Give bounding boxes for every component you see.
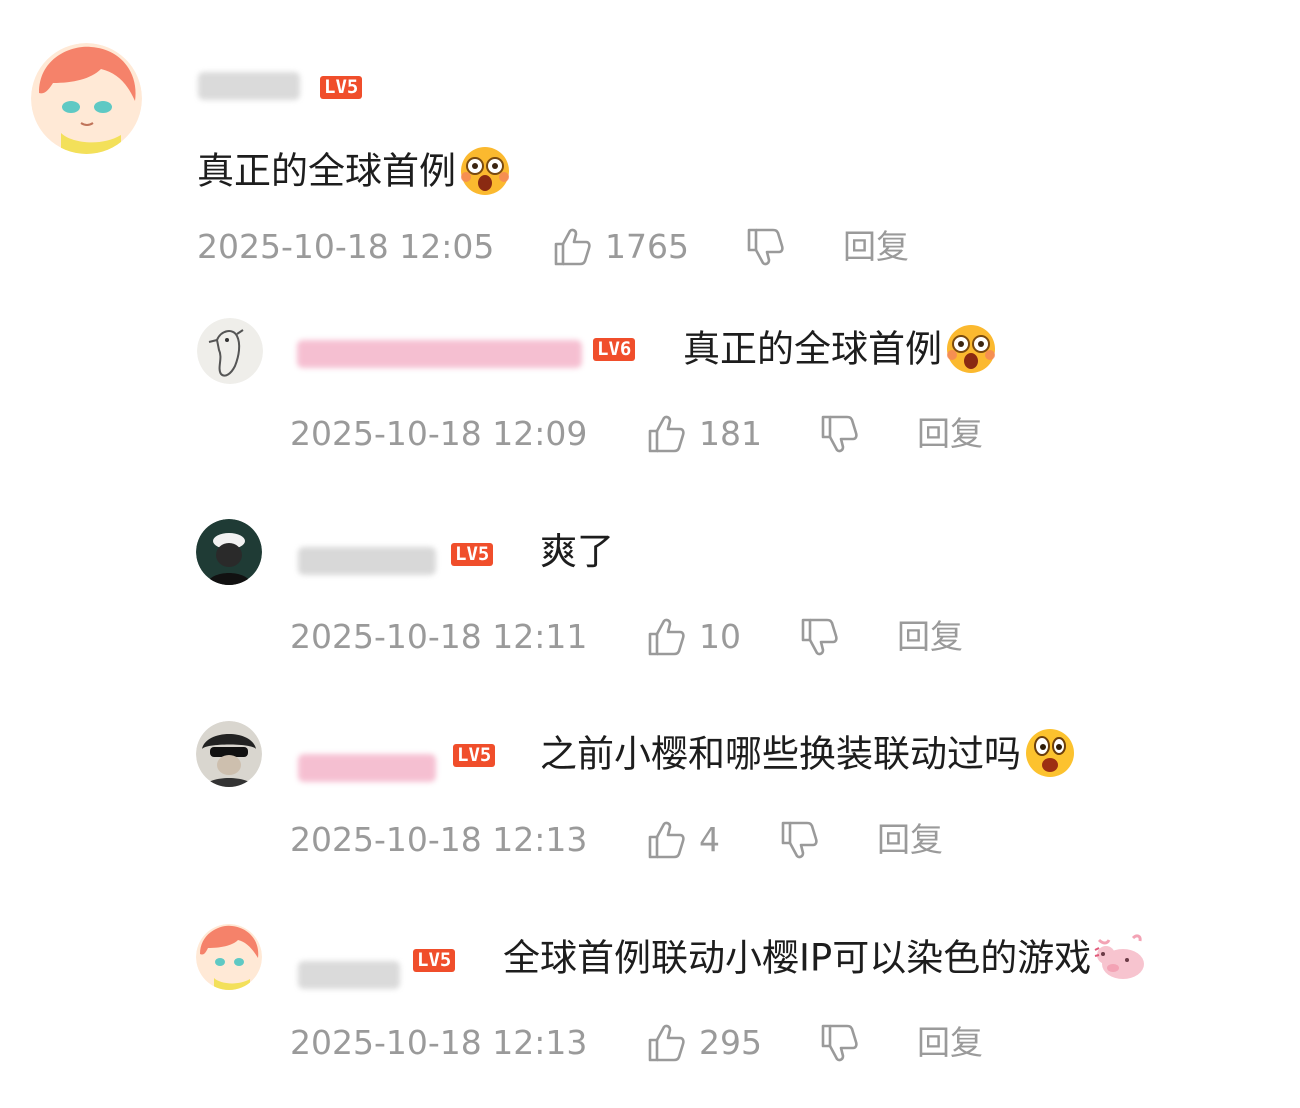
username-blurred[interactable] [298, 547, 436, 575]
comment-text: 爽了 [540, 529, 614, 575]
thumbs-down-icon [746, 227, 784, 267]
reply-item: LV5 之前小樱和哪些换装联动过吗 2025-10-18 12:13 4 回复 [0, 710, 1300, 890]
like-count: 181 [699, 414, 762, 453]
reply-item: LV6 真正的全球首例 2025-10-18 12:09 181 回复 [0, 300, 1300, 480]
reply-button[interactable]: 回复 [917, 412, 983, 456]
avatar[interactable] [31, 43, 142, 154]
comment-text-content: 之前小樱和哪些换装联动过吗 [540, 732, 1021, 776]
username-blurred[interactable] [297, 340, 582, 368]
comment-text-content: 真正的全球首例 [683, 327, 942, 371]
thumbs-up-icon [553, 227, 591, 267]
comment-text: 全球首例联动小樱IP可以染色的游戏 [503, 933, 1147, 987]
username-blurred[interactable] [198, 72, 300, 100]
thumbs-up-icon [647, 414, 685, 454]
avatar[interactable] [196, 721, 262, 787]
like-button[interactable]: 1765 [553, 225, 689, 269]
level-badge: LV5 [413, 949, 456, 972]
avatar[interactable] [196, 519, 262, 585]
comment-meta: 2025-10-18 12:13 295 回复 [290, 1021, 1050, 1065]
timestamp: 2025-10-18 12:11 [290, 617, 588, 656]
like-button[interactable]: 10 [647, 615, 741, 659]
dislike-button[interactable] [780, 818, 818, 862]
avatar[interactable] [197, 318, 263, 384]
comment-meta: 2025-10-18 12:05 1765 回复 [197, 225, 957, 269]
reply-button[interactable]: 回复 [897, 615, 963, 659]
like-count: 10 [699, 617, 741, 656]
comment-meta: 2025-10-18 12:13 4 回复 [290, 818, 1050, 862]
timestamp: 2025-10-18 12:13 [290, 1023, 588, 1062]
comment-text-content: 爽了 [540, 530, 614, 573]
dislike-button[interactable] [820, 412, 858, 456]
timestamp: 2025-10-18 12:09 [290, 414, 588, 453]
thumbs-down-icon [820, 414, 858, 454]
thumbs-down-icon [800, 617, 838, 657]
comment-text-content: 全球首例联动小樱IP可以染色的游戏 [503, 936, 1092, 980]
thumbs-up-icon [647, 1023, 685, 1063]
dislike-button[interactable] [820, 1021, 858, 1065]
comment-text: 真正的全球首例 [683, 324, 998, 378]
pig-emoji [1093, 930, 1147, 984]
comment-thread: LV5 真正的全球首例 2025-10-18 12:05 1765 回复 LV6… [0, 0, 1300, 1108]
reply-item: LV5 全球首例联动小樱IP可以染色的游戏 2025-10-18 12:13 2… [0, 915, 1300, 1095]
level-badge: LV5 [453, 744, 496, 767]
username-blurred[interactable] [298, 961, 400, 989]
avatar[interactable] [196, 924, 262, 990]
dislike-button[interactable] [800, 615, 838, 659]
thumbs-up-icon [647, 617, 685, 657]
comment-meta: 2025-10-18 12:11 10 回复 [290, 615, 1050, 659]
thumbs-down-icon [820, 1023, 858, 1063]
level-badge: LV5 [451, 543, 494, 566]
reply-button[interactable]: 回复 [877, 818, 943, 862]
reply-item: LV5 爽了 2025-10-18 12:11 10 回复 [0, 505, 1300, 685]
like-button[interactable]: 295 [647, 1021, 762, 1065]
timestamp: 2025-10-18 12:05 [197, 227, 495, 266]
like-button[interactable]: 4 [647, 818, 720, 862]
comment-meta: 2025-10-18 12:09 181 回复 [290, 412, 1050, 456]
reply-button[interactable]: 回复 [917, 1021, 983, 1065]
level-badge: LV6 [593, 338, 636, 361]
thumbs-up-icon [647, 820, 685, 860]
shocked-face-emoji [944, 321, 998, 375]
like-count: 1765 [605, 227, 689, 266]
reply-button[interactable]: 回复 [843, 225, 909, 269]
dislike-button[interactable] [746, 225, 784, 269]
comment-item: LV5 真正的全球首例 2025-10-18 12:05 1765 回复 [0, 0, 1300, 290]
shocked-face-emoji [458, 143, 512, 197]
timestamp: 2025-10-18 12:13 [290, 820, 588, 859]
comment-text: 之前小樱和哪些换装联动过吗 [540, 729, 1077, 783]
like-count: 295 [699, 1023, 762, 1062]
comment-text-content: 真正的全球首例 [197, 149, 456, 193]
surprised-face-emoji [1023, 726, 1077, 780]
thumbs-down-icon [780, 820, 818, 860]
like-count: 4 [699, 820, 720, 859]
comment-text: 真正的全球首例 [197, 146, 512, 200]
username-blurred[interactable] [298, 754, 436, 782]
like-button[interactable]: 181 [647, 412, 762, 456]
level-badge: LV5 [320, 76, 363, 99]
